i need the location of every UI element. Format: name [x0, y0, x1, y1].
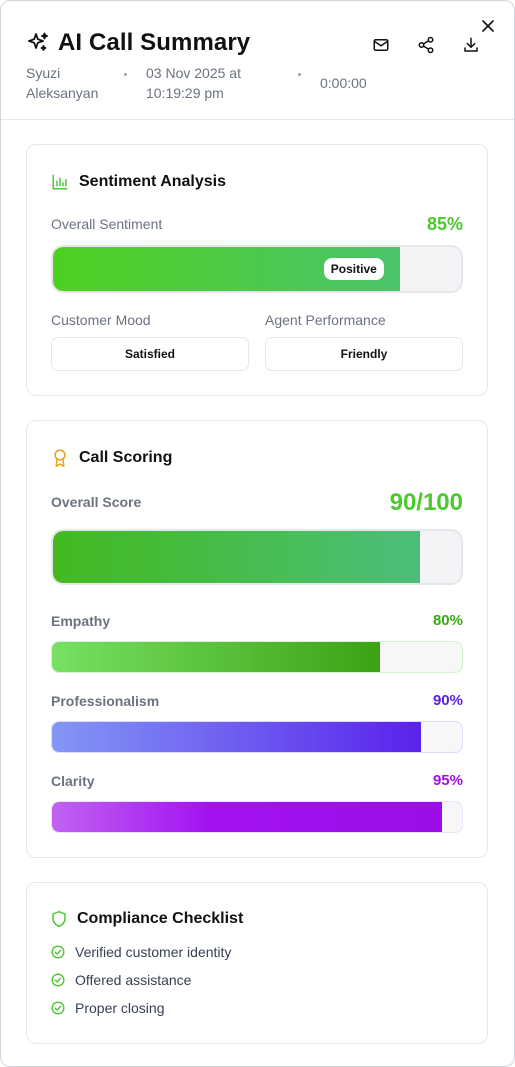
sparkles-icon — [26, 31, 50, 55]
meta-separator — [124, 73, 127, 76]
metric-label: Professionalism — [51, 693, 160, 709]
share-icon[interactable] — [416, 35, 436, 55]
check-circle-icon — [51, 973, 65, 987]
call-scoring-card: Call Scoring Overall Score 90/100 Empath… — [26, 420, 488, 858]
caller-last-name: Aleksanyan — [26, 85, 99, 101]
checklist-item-label: Offered assistance — [75, 972, 192, 988]
sentiment-header: Sentiment Analysis — [51, 173, 226, 191]
overall-score-bar-fill — [53, 531, 421, 583]
close-icon[interactable] — [479, 17, 497, 35]
metric-bar — [51, 721, 463, 753]
award-icon — [51, 448, 69, 468]
customer-mood-label: Customer Mood — [51, 312, 151, 328]
metric-bar-fill — [52, 642, 380, 672]
panel-header: AI Call Summary Syuzi Aleksanyan 03 Nov … — [1, 1, 514, 120]
download-icon[interactable] — [461, 35, 481, 55]
compliance-title: Compliance Checklist — [77, 910, 244, 927]
page-title: AI Call Summary — [58, 29, 251, 56]
metric-bar-fill — [52, 722, 421, 752]
caller-first-name: Syuzi — [26, 65, 61, 81]
caller-name: Syuzi Aleksanyan — [26, 63, 106, 103]
header-actions — [371, 35, 481, 55]
check-circle-icon — [51, 945, 65, 959]
compliance-header: Compliance Checklist — [51, 910, 243, 928]
checklist-item: Proper closing — [51, 1000, 165, 1016]
call-meta: Syuzi Aleksanyan 03 Nov 2025 at 10:19:29… — [26, 63, 386, 107]
overall-score-label: Overall Score — [51, 494, 142, 510]
check-circle-icon — [51, 1001, 65, 1015]
mail-icon[interactable] — [371, 35, 391, 55]
checklist-item: Verified customer identity — [51, 944, 231, 960]
sentiment-title: Sentiment Analysis — [79, 173, 227, 190]
overall-sentiment-value: 85% — [426, 214, 463, 234]
overall-sentiment-label: Overall Sentiment — [51, 216, 163, 232]
overall-score-value: 90/100 — [389, 489, 463, 516]
metric-value: 80% — [432, 612, 463, 629]
sentiment-analysis-card: Sentiment Analysis Overall Sentiment 85%… — [26, 144, 488, 396]
call-summary-panel: AI Call Summary Syuzi Aleksanyan 03 Nov … — [0, 0, 515, 1067]
call-datetime: 03 Nov 2025 at 10:19:29 pm — [146, 63, 266, 103]
scoring-header: Call Scoring — [51, 448, 172, 468]
sentiment-badge: Positive — [323, 258, 384, 280]
overall-score-bar — [51, 529, 463, 585]
metric-value: 95% — [432, 772, 463, 789]
bar-chart-icon — [51, 173, 69, 191]
scoring-title: Call Scoring — [79, 449, 173, 466]
title-row: AI Call Summary — [26, 29, 250, 57]
metric-bar — [51, 641, 463, 673]
call-time: 10:19:29 pm — [146, 85, 224, 101]
call-duration: 0:00:00 — [320, 75, 367, 91]
checklist-item: Offered assistance — [51, 972, 191, 988]
metric-label: Empathy — [51, 613, 111, 629]
compliance-card: Compliance Checklist Verified customer i… — [26, 882, 488, 1044]
checklist-item-label: Verified customer identity — [75, 944, 232, 960]
checklist-item-label: Proper closing — [75, 1000, 165, 1016]
call-date: 03 Nov 2025 at — [146, 65, 241, 81]
metric-label: Clarity — [51, 773, 95, 789]
metric-bar-fill — [52, 802, 442, 832]
metric-bar — [51, 801, 463, 833]
agent-performance-label: Agent Performance — [265, 312, 386, 328]
shield-icon — [51, 910, 67, 928]
customer-mood-value: Satisfied — [51, 337, 249, 371]
agent-performance-value: Friendly — [265, 337, 463, 371]
metric-value: 90% — [432, 692, 463, 709]
sentiment-bar: Positive — [51, 245, 463, 293]
meta-separator — [298, 73, 301, 76]
